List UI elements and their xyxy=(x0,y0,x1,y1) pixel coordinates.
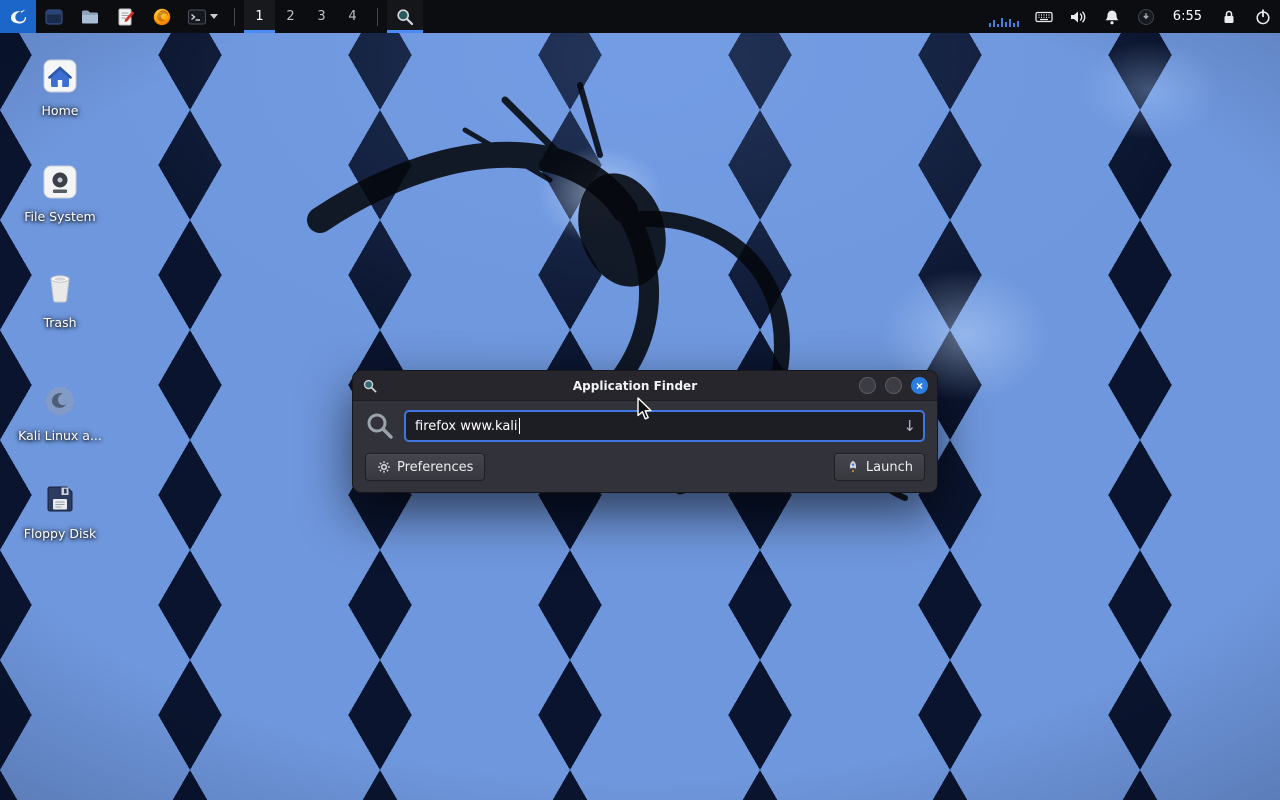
search-icon xyxy=(365,411,395,441)
panel-right: 6:55 xyxy=(981,0,1280,33)
search-text: firefox www.kali xyxy=(415,419,518,434)
home-icon xyxy=(40,56,80,96)
close-icon: × xyxy=(916,380,923,392)
notifications-indicator[interactable] xyxy=(1095,0,1129,33)
launch-button[interactable]: Launch xyxy=(834,453,925,481)
lock-icon xyxy=(1220,8,1238,26)
terminal-icon xyxy=(187,7,207,27)
file-system-icon xyxy=(40,162,80,202)
desktop-icon-label: Floppy Disk xyxy=(24,526,96,541)
applications-menu-button[interactable] xyxy=(0,0,36,33)
clock[interactable]: 6:55 xyxy=(1163,9,1212,24)
power-button[interactable] xyxy=(1246,0,1280,33)
gear-icon xyxy=(377,460,391,474)
chevron-down-icon xyxy=(210,14,218,19)
desktop-icon-floppy-disk[interactable]: Floppy Disk xyxy=(12,479,108,541)
launch-label: Launch xyxy=(866,460,913,475)
preferences-button[interactable]: Preferences xyxy=(365,453,485,481)
application-finder-window: Application Finder × firefox www.kali ↓ xyxy=(352,370,938,493)
minimize-button[interactable] xyxy=(859,377,876,394)
dropdown-arrow-icon[interactable]: ↓ xyxy=(903,417,916,435)
keyboard-icon xyxy=(1035,8,1053,26)
firefox-icon xyxy=(152,7,172,27)
desktop-icon-label: Kali Linux a... xyxy=(18,428,102,443)
terminal-launcher[interactable] xyxy=(180,0,225,33)
text-editor-launcher[interactable] xyxy=(108,0,144,33)
taskbar-application-finder[interactable] xyxy=(387,0,423,33)
maximize-button[interactable] xyxy=(885,377,902,394)
desktop-icon-file-system[interactable]: File System xyxy=(12,162,108,224)
status-circle-icon xyxy=(1137,8,1155,26)
dialog-actions: Preferences Launch xyxy=(365,453,925,481)
desktop: 1 2 3 4 xyxy=(0,0,1280,800)
workspace-2[interactable]: 2 xyxy=(275,0,306,33)
system-monitor-applet[interactable] xyxy=(981,4,1027,30)
search-input[interactable]: firefox www.kali ↓ xyxy=(404,410,925,442)
update-status-icon[interactable] xyxy=(1129,0,1163,33)
workspace-switcher: 1 2 3 4 xyxy=(244,0,368,33)
text-cursor xyxy=(519,418,520,434)
top-panel: 1 2 3 4 xyxy=(0,0,1280,33)
folder-icon xyxy=(80,7,100,27)
bell-icon xyxy=(1103,8,1121,26)
panel-left: 1 2 3 4 xyxy=(0,0,423,33)
titlebar[interactable]: Application Finder × xyxy=(353,371,937,401)
text-editor-icon xyxy=(116,7,136,27)
window-icon xyxy=(44,7,64,27)
desktop-icon-label: File System xyxy=(24,209,96,224)
application-finder-icon xyxy=(362,378,378,394)
launch-icon xyxy=(846,460,860,474)
workspace-4[interactable]: 4 xyxy=(337,0,368,33)
desktop-icon-kali-docs[interactable]: Kali Linux a... xyxy=(12,381,108,443)
window-title: Application Finder xyxy=(423,379,847,393)
desktop-icon-trash[interactable]: Trash xyxy=(12,268,108,330)
panel-separator xyxy=(377,8,378,26)
power-icon xyxy=(1254,8,1272,26)
workspace-3[interactable]: 3 xyxy=(306,0,337,33)
screen-lock-indicator[interactable] xyxy=(1212,0,1246,33)
trash-icon xyxy=(40,268,80,308)
volume-indicator[interactable] xyxy=(1061,0,1095,33)
kali-logo-icon xyxy=(8,7,28,27)
window-controls: × xyxy=(859,377,928,394)
firefox-launcher[interactable] xyxy=(144,0,180,33)
workspace-1[interactable]: 1 xyxy=(244,0,275,33)
close-button[interactable]: × xyxy=(911,377,928,394)
keyboard-indicator[interactable] xyxy=(1027,0,1061,33)
dialog-body: firefox www.kali ↓ Preferences xyxy=(353,401,937,492)
desktop-icon-label: Trash xyxy=(43,315,76,330)
application-finder-icon xyxy=(395,7,415,27)
desktop-icon-home[interactable]: Home xyxy=(12,56,108,118)
kali-docs-icon xyxy=(40,381,80,421)
volume-icon xyxy=(1069,8,1087,26)
desktop-icon-label: Home xyxy=(42,103,79,118)
floppy-disk-icon xyxy=(40,479,80,519)
preferences-label: Preferences xyxy=(397,460,473,475)
panel-separator xyxy=(234,8,235,26)
folder-launcher[interactable] xyxy=(72,0,108,33)
file-manager-launcher[interactable] xyxy=(36,0,72,33)
search-row: firefox www.kali ↓ xyxy=(365,410,925,442)
